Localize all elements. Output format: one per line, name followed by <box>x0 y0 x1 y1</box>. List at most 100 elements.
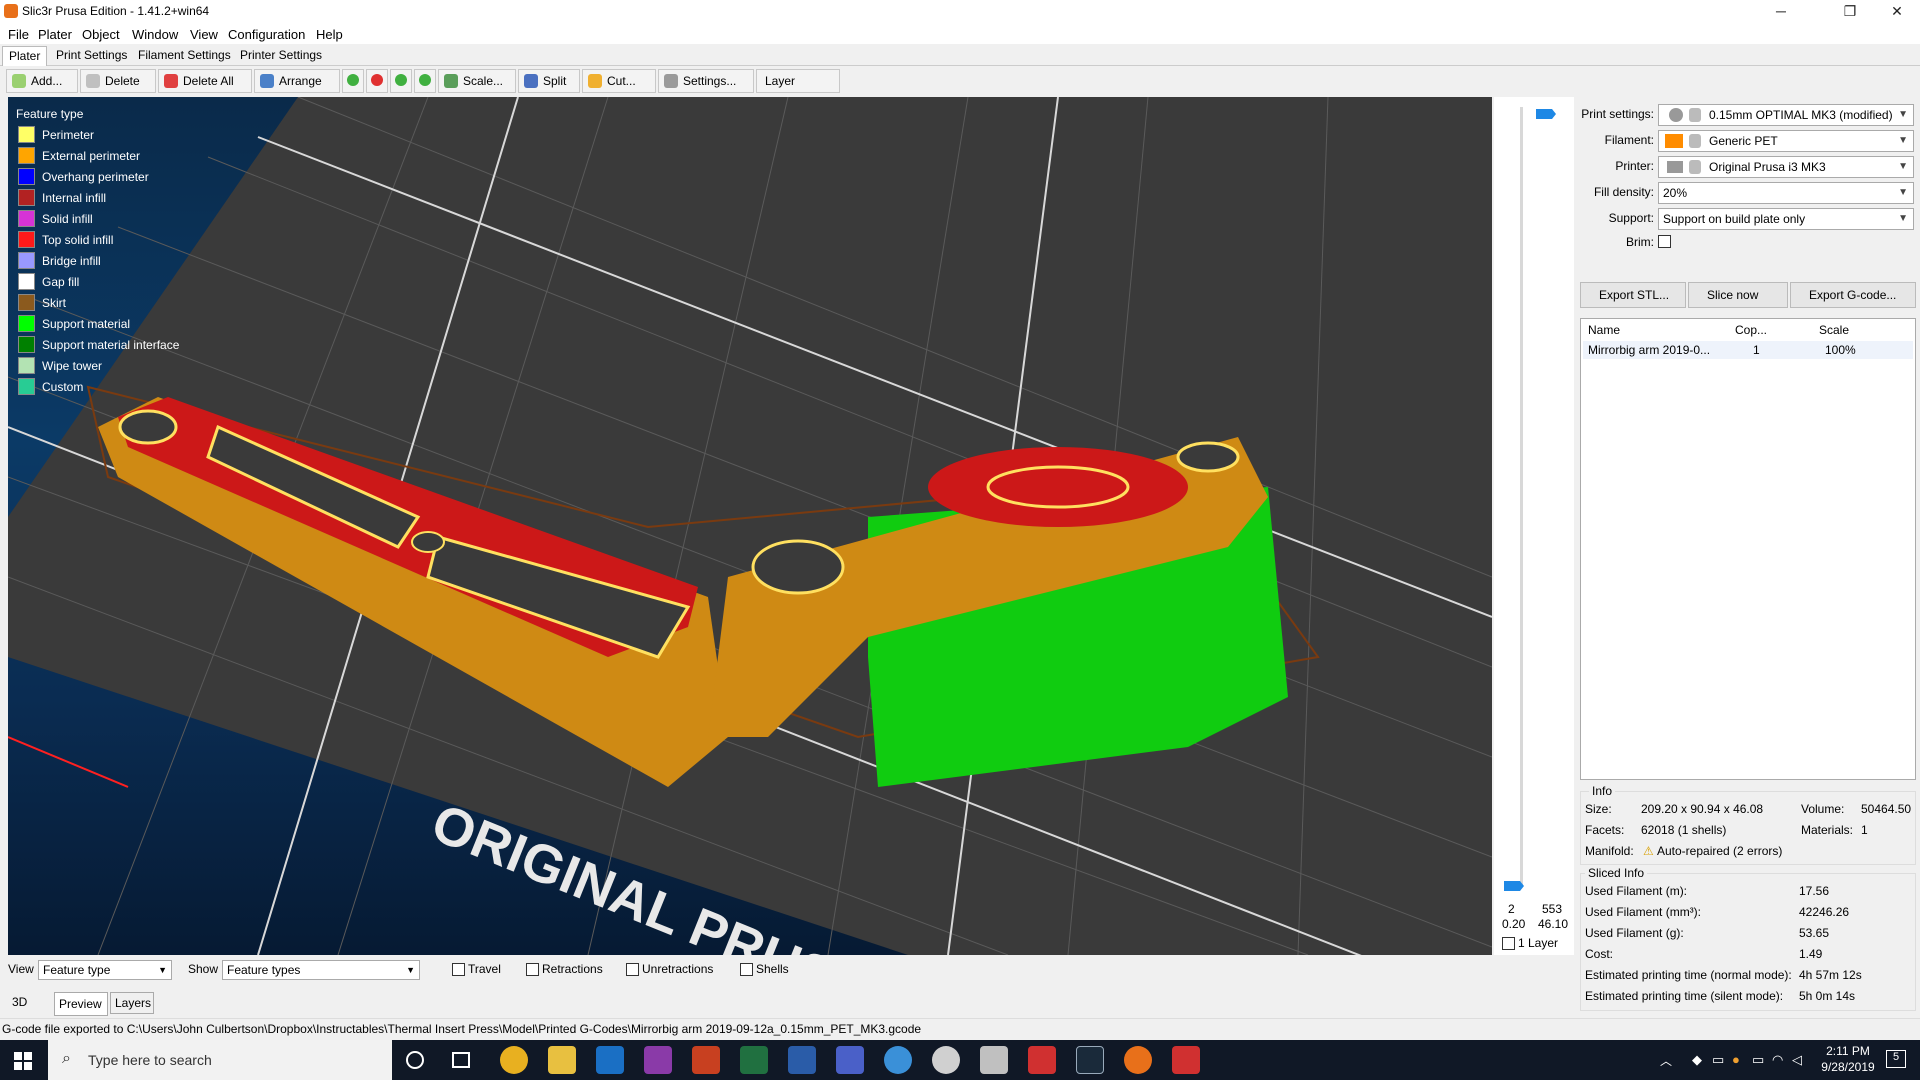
excel-icon[interactable] <box>740 1046 768 1074</box>
volume-icon[interactable]: ◁ <box>1792 1052 1802 1068</box>
onenote-icon[interactable] <box>644 1046 672 1074</box>
view-select[interactable]: Feature type ▼ <box>38 960 172 980</box>
plus-icon <box>347 74 359 86</box>
solidworks-icon[interactable] <box>1172 1046 1200 1074</box>
app-icon[interactable] <box>884 1046 912 1074</box>
solidworks-icon[interactable] <box>1028 1046 1056 1074</box>
tab-print-settings[interactable]: Print Settings <box>50 46 133 66</box>
delete-all-button[interactable]: Delete All <box>158 69 252 93</box>
app-icon <box>4 4 18 18</box>
travel-checkbox[interactable] <box>452 963 465 976</box>
taskbar-search[interactable]: ⌕ Type here to search <box>48 1040 392 1080</box>
one-layer-label: 1 Layer <box>1518 936 1559 950</box>
outlook-icon[interactable] <box>596 1046 624 1074</box>
notification-badge[interactable]: 5 <box>1886 1050 1906 1068</box>
settings-button[interactable]: Settings... <box>658 69 754 93</box>
file-explorer-icon[interactable] <box>548 1046 576 1074</box>
tab-preview[interactable]: Preview <box>54 992 108 1016</box>
one-layer-checkbox[interactable] <box>1502 937 1515 950</box>
object-list[interactable]: Name Cop... Scale Mirrorbig arm 2019-0..… <box>1580 318 1916 780</box>
maximize-button[interactable]: ❐ <box>1827 0 1873 24</box>
show-select[interactable]: Feature types ▼ <box>222 960 420 980</box>
travel-label: Travel <box>468 962 501 976</box>
clock-date[interactable]: 9/28/2019 <box>1816 1060 1880 1074</box>
network-icon[interactable]: ▭ <box>1712 1052 1724 1068</box>
column-copies[interactable]: Cop... <box>1735 323 1767 337</box>
wifi-icon[interactable]: ◠ <box>1772 1052 1783 1068</box>
lightroom-icon[interactable] <box>1076 1046 1104 1074</box>
app-icon[interactable] <box>932 1046 960 1074</box>
warning-icon: ⚠ <box>1643 844 1654 858</box>
menu-plater[interactable]: Plater <box>38 27 72 42</box>
cut-button[interactable]: Cut... <box>582 69 656 93</box>
export-stl-button[interactable]: Export STL... <box>1580 282 1686 308</box>
menu-window[interactable]: Window <box>132 27 178 42</box>
chrome-icon[interactable] <box>500 1046 528 1074</box>
menu-file[interactable]: File <box>8 27 29 42</box>
shells-checkbox[interactable] <box>740 963 753 976</box>
increase-copies-button[interactable] <box>342 69 364 93</box>
powerpoint-icon[interactable] <box>692 1046 720 1074</box>
export-gcode-button[interactable]: Export G-code... <box>1790 282 1916 308</box>
layer-editing-button[interactable]: Layer editing <box>756 69 840 110</box>
menu-object[interactable]: Object <box>82 27 120 42</box>
gear-icon <box>664 74 678 88</box>
slice-now-button[interactable]: Slice now <box>1688 282 1788 308</box>
menu-help[interactable]: Help <box>316 27 343 42</box>
print-settings-combo[interactable]: 0.15mm OPTIMAL MK3 (modified) ▼ <box>1658 104 1914 126</box>
close-button[interactable]: ✕ <box>1874 0 1920 24</box>
sliced-info-label: Used Filament (g): <box>1585 926 1684 940</box>
menu-view[interactable]: View <box>190 27 218 42</box>
delete-button[interactable]: Delete <box>80 69 156 93</box>
upper-thumb[interactable] <box>1536 109 1556 119</box>
tab-3d[interactable]: 3D <box>8 992 52 1014</box>
menu-configuration[interactable]: Configuration <box>228 27 305 42</box>
minimize-button[interactable]: ─ <box>1758 0 1804 24</box>
slic3r-icon[interactable] <box>1124 1046 1152 1074</box>
printer-combo[interactable]: Original Prusa i3 MK3 ▼ <box>1658 156 1914 178</box>
legend-swatch <box>18 252 35 269</box>
add-button[interactable]: Add... <box>6 69 78 93</box>
tab-layers[interactable]: Layers <box>110 992 154 1014</box>
split-button[interactable]: Split <box>518 69 580 93</box>
unretractions-checkbox[interactable] <box>626 963 639 976</box>
rotate-left-button[interactable] <box>390 69 412 93</box>
retractions-checkbox[interactable] <box>526 963 539 976</box>
layer-slider[interactable]: 2 553 0.20 46.10 1 Layer <box>1494 97 1574 955</box>
status-bar: G-code file exported to C:\Users\John Cu… <box>0 1018 1920 1040</box>
filament-combo[interactable]: Generic PET ▼ <box>1658 130 1914 152</box>
support-combo[interactable]: Support on build plate only ▼ <box>1658 208 1914 230</box>
tab-printer-settings[interactable]: Printer Settings <box>234 46 328 66</box>
build-plate-scene: ORIGINAL PRUS <box>8 97 1492 955</box>
visio-icon[interactable] <box>836 1046 864 1074</box>
word-icon[interactable] <box>788 1046 816 1074</box>
task-view-icon[interactable] <box>452 1052 470 1068</box>
tray-icon[interactable]: ● <box>1732 1052 1740 1067</box>
lower-thumb[interactable] <box>1504 881 1524 891</box>
cortana-icon[interactable] <box>406 1051 424 1069</box>
tray-icon[interactable]: ▭ <box>1752 1052 1764 1068</box>
app-icon[interactable] <box>980 1046 1008 1074</box>
support-label: Support: <box>1608 211 1654 225</box>
legend-item: Internal infill <box>16 188 196 209</box>
tab-plater[interactable]: Plater <box>2 46 48 66</box>
chevron-up-icon[interactable]: ︿ <box>1660 1052 1672 1069</box>
rotate-right-button[interactable] <box>414 69 436 93</box>
column-name[interactable]: Name <box>1588 323 1620 337</box>
scale-button[interactable]: Scale... <box>438 69 516 93</box>
column-scale[interactable]: Scale <box>1819 323 1849 337</box>
fill-density-combo[interactable]: 20% ▼ <box>1658 182 1914 204</box>
preview-viewport[interactable]: ORIGINAL PRUS Feature type Perimeter Exter… <box>8 97 1492 955</box>
arm-hole <box>118 409 178 445</box>
clock-time[interactable]: 2:11 PM <box>1816 1044 1880 1058</box>
legend-label: External perimeter <box>42 149 141 163</box>
right-sidebar: Print settings: 0.15mm OPTIMAL MK3 (modi… <box>1576 97 1920 1017</box>
windows-start-icon[interactable] <box>14 1052 32 1070</box>
tab-filament-settings[interactable]: Filament Settings <box>132 46 237 66</box>
dropbox-icon[interactable]: ◆ <box>1692 1052 1702 1068</box>
decrease-copies-button[interactable] <box>366 69 388 93</box>
brim-checkbox[interactable] <box>1658 235 1671 248</box>
head-hole <box>1176 441 1240 473</box>
table-row[interactable]: Mirrorbig arm 2019-0... 1 100% <box>1583 341 1913 359</box>
arrange-button[interactable]: Arrange <box>254 69 340 93</box>
